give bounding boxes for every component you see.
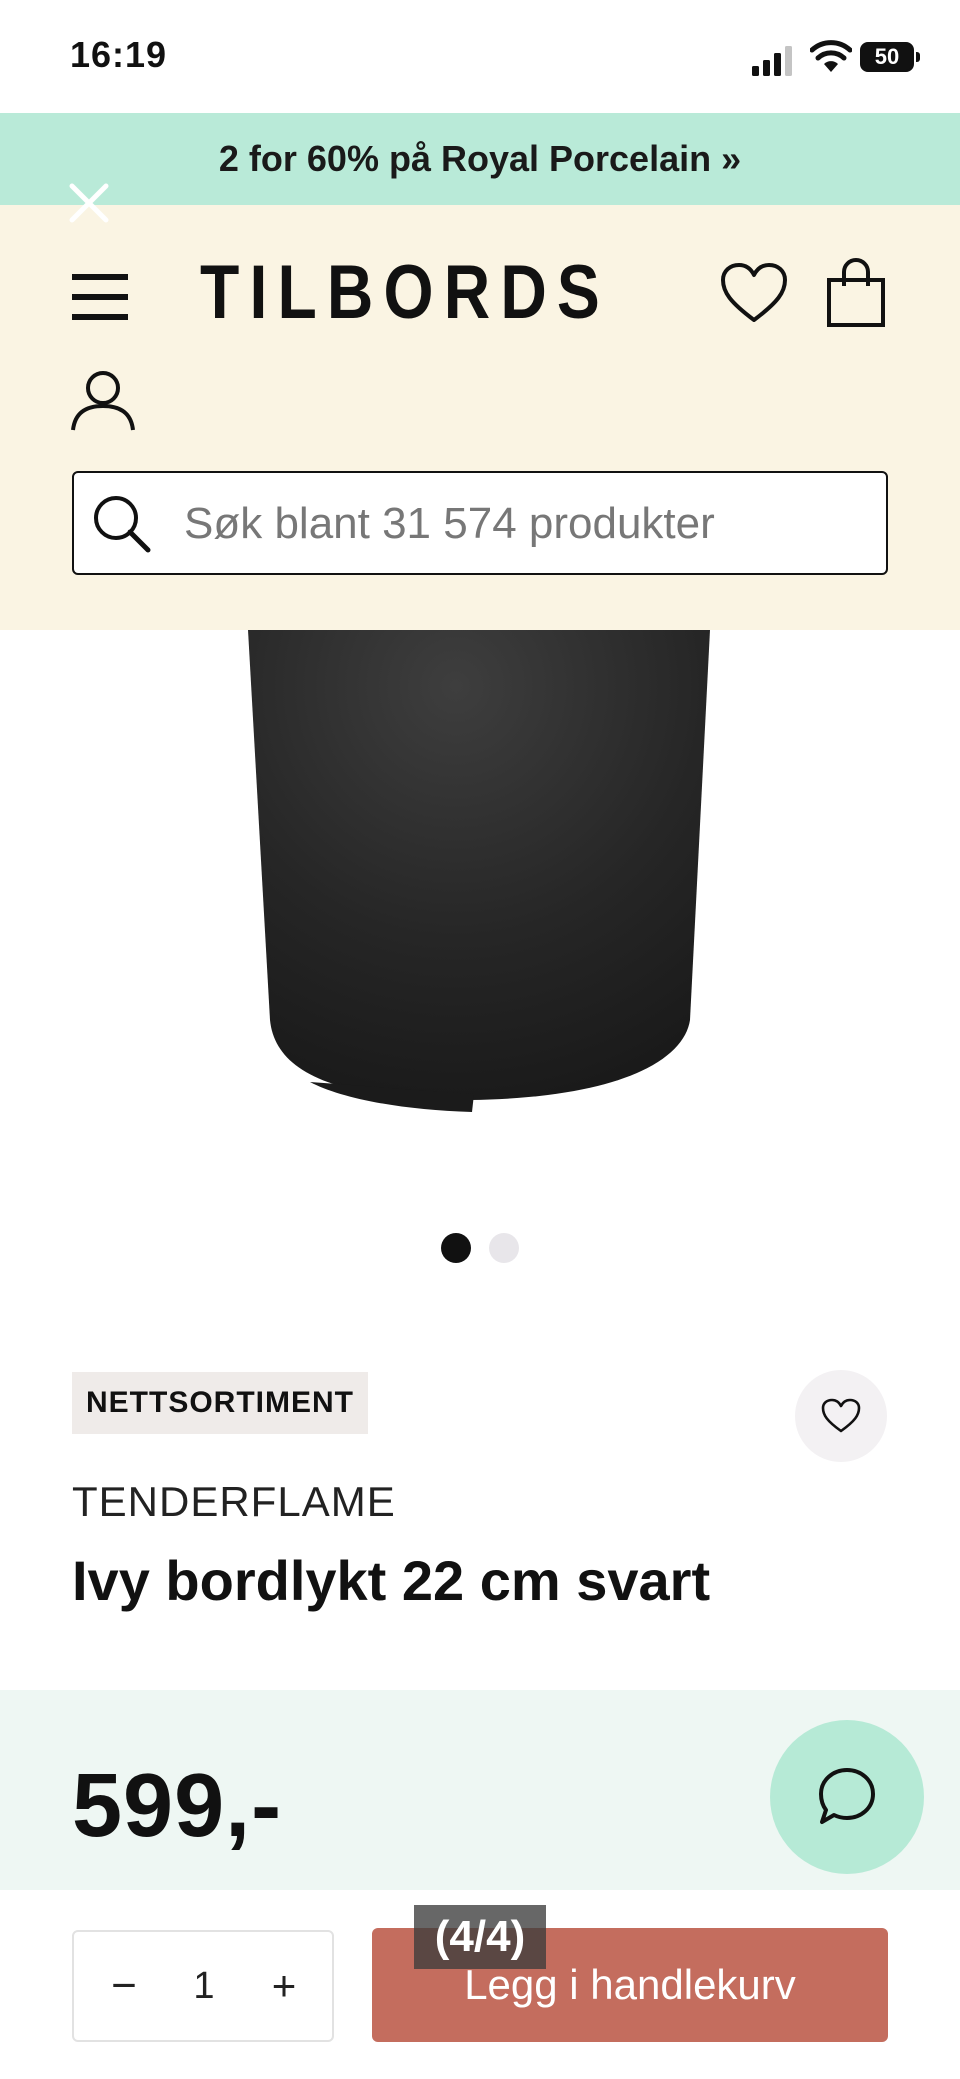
chat-icon bbox=[819, 1768, 875, 1824]
increase-quantity-button[interactable]: + bbox=[254, 1932, 314, 2040]
quantity-value[interactable]: 1 bbox=[164, 1932, 244, 2040]
product-brand[interactable]: TENDERFLAME bbox=[72, 1478, 396, 1526]
carousel-dot-active[interactable] bbox=[441, 1233, 471, 1263]
chat-button[interactable] bbox=[770, 1720, 924, 1874]
page-indicator-overlay: (4/4) bbox=[414, 1905, 546, 1969]
promo-text[interactable]: 2 for 60% på Royal Porcelain » bbox=[219, 138, 741, 180]
close-icon[interactable] bbox=[66, 180, 112, 226]
search-field[interactable] bbox=[72, 471, 888, 575]
battery-indicator: 50 bbox=[860, 42, 922, 74]
decrease-quantity-button[interactable]: − bbox=[94, 1932, 154, 2040]
badge-label: NETTSORTIMENT bbox=[86, 1386, 354, 1419]
search-icon[interactable] bbox=[90, 492, 152, 554]
wifi-icon bbox=[810, 40, 852, 72]
heart-icon bbox=[821, 1398, 861, 1433]
user-icon[interactable] bbox=[70, 370, 136, 432]
status-badge: NETTSORTIMENT bbox=[72, 1372, 368, 1434]
product-image[interactable] bbox=[0, 630, 960, 1180]
add-to-wishlist-button[interactable] bbox=[795, 1370, 887, 1462]
heart-icon[interactable] bbox=[720, 262, 788, 324]
battery-level: 50 bbox=[874, 44, 900, 69]
shopping-bag-icon[interactable] bbox=[826, 258, 886, 328]
product-price: 599,- bbox=[72, 1756, 283, 1856]
promo-banner[interactable]: 2 for 60% på Royal Porcelain » bbox=[0, 113, 960, 205]
logo-text: TILBORDS bbox=[200, 250, 610, 330]
menu-icon[interactable] bbox=[70, 270, 130, 324]
quantity-stepper: − 1 + bbox=[72, 1930, 334, 2042]
product-title: Ivy bordlykt 22 cm svart bbox=[72, 1549, 711, 1612]
page-indicator-text: (4/4) bbox=[434, 1912, 526, 1961]
site-logo[interactable]: TILBORDS bbox=[200, 250, 620, 330]
carousel-dot[interactable] bbox=[489, 1233, 519, 1263]
search-input[interactable] bbox=[184, 499, 874, 549]
cellular-signal-icon bbox=[752, 46, 792, 76]
status-time: 16:19 bbox=[70, 34, 168, 75]
